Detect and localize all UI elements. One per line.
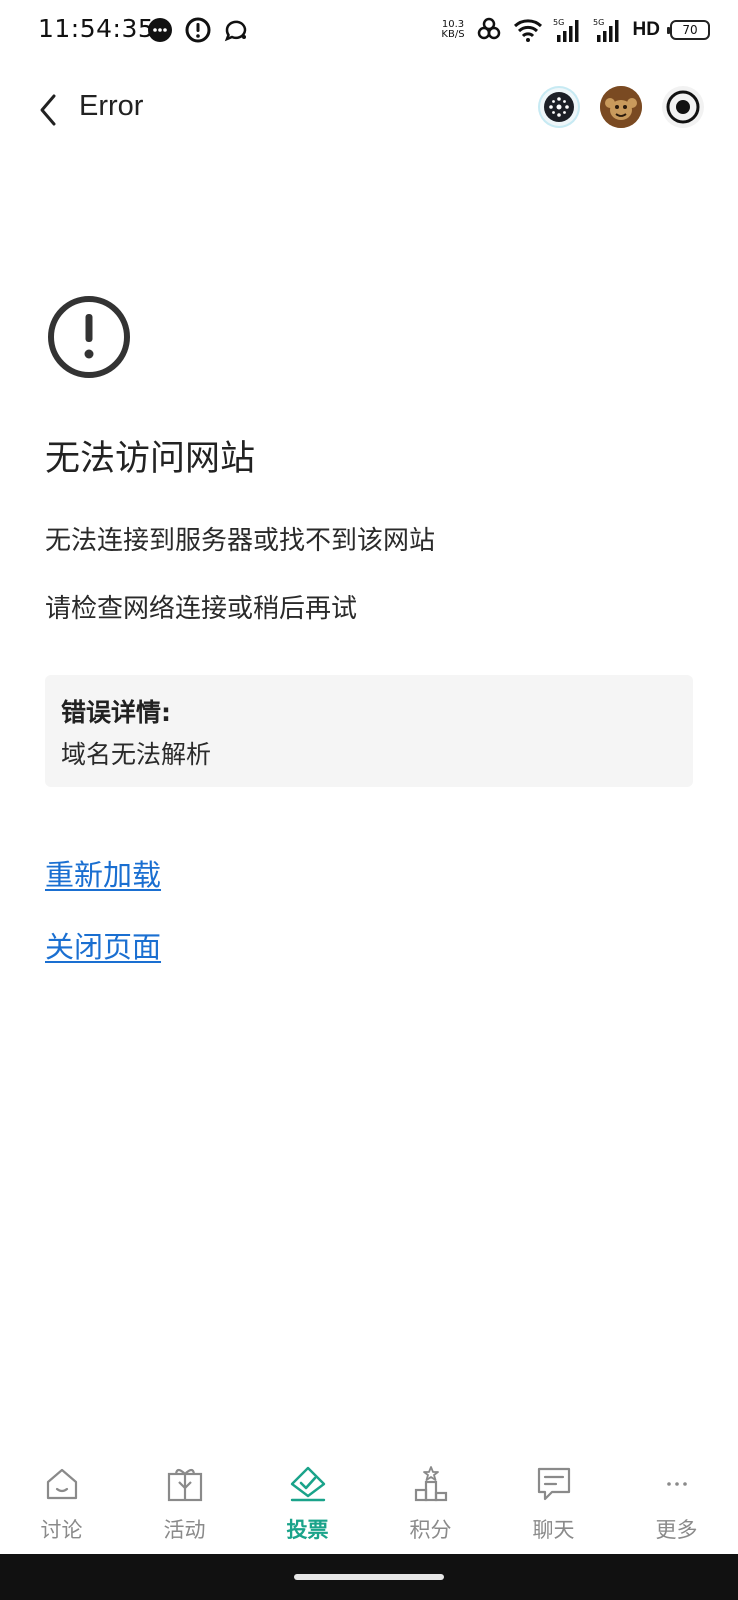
system-indicators: 10.3 KB/S 5G 5G HD 70 — [441, 16, 710, 44]
error-message-secondary: 请检查网络连接或稍后再试 — [45, 594, 358, 624]
title-actions — [538, 86, 704, 128]
net-speed-unit: KB/S — [441, 29, 465, 40]
error-message-primary: 无法连接到服务器或找不到该网站 — [45, 526, 436, 556]
tab-label: 更多 — [655, 1518, 698, 1542]
tab-label: 投票 — [286, 1518, 329, 1542]
tab-vote[interactable]: 投票 — [246, 1444, 369, 1554]
system-nav-bar — [0, 1554, 738, 1600]
back-button[interactable] — [32, 90, 64, 130]
chevron-left-icon — [40, 94, 56, 126]
battery-level: 70 — [682, 23, 698, 37]
chat-icon — [537, 1467, 570, 1501]
wifi-icon — [513, 19, 542, 42]
error-title: 无法访问网站 — [45, 439, 256, 479]
cellular-signal-icon: 5G — [593, 18, 619, 42]
more-dots-icon — [666, 1482, 687, 1486]
sparkle-dots-icon — [544, 92, 574, 122]
tab-discussion[interactable]: 讨论 — [0, 1444, 123, 1554]
reload-link[interactable]: 重新加载 — [45, 852, 161, 894]
hd-voice-indicator: HD — [632, 19, 660, 40]
battery-icon: 70 — [667, 20, 710, 40]
hotspot-link-icon — [477, 17, 500, 40]
sim2-label: 5G — [593, 18, 604, 27]
tab-label: 讨论 — [40, 1518, 83, 1542]
alert-circle-icon — [185, 17, 211, 43]
close-page-link[interactable]: 关闭页面 — [45, 924, 161, 966]
signal-sim2: 5G — [593, 16, 623, 44]
record-button[interactable] — [662, 86, 704, 128]
error-details-box: 错误详情: 域名无法解析 — [45, 675, 693, 787]
tab-more[interactable]: 更多 — [615, 1444, 738, 1554]
home-indicator[interactable] — [294, 1574, 444, 1580]
target-record-icon — [666, 90, 700, 124]
page-title: Error — [79, 90, 144, 122]
title-bar: Error — [0, 72, 738, 148]
message-bubble-icon — [148, 18, 172, 42]
podium-icon — [414, 1466, 447, 1502]
cellular-signal-icon: 5G — [553, 18, 579, 42]
alert-circle-icon — [48, 296, 130, 378]
house-icon — [46, 1468, 77, 1500]
status-bar: 11:54:35 10.3 KB/S 5G 5G HD 70 — [0, 0, 738, 62]
tab-label: 活动 — [163, 1518, 206, 1542]
avatar[interactable] — [600, 86, 642, 128]
error-details-label: 错误详情: — [61, 698, 171, 727]
signal-sim1: 5G — [553, 16, 583, 44]
notification-icons — [146, 16, 250, 44]
gift-icon — [167, 1468, 202, 1502]
error-details-value: 域名无法解析 — [61, 740, 212, 769]
bottom-tab-bar: 讨论 活动 投票 积分 聊天 更多 — [0, 1444, 738, 1554]
net-speed: 10.3 KB/S — [441, 20, 464, 40]
status-time: 11:54:35 — [38, 14, 155, 43]
tab-label: 积分 — [409, 1518, 452, 1542]
sim1-label: 5G — [553, 18, 564, 27]
tab-activity[interactable]: 活动 — [123, 1444, 246, 1554]
ai-assistant-button[interactable] — [538, 86, 580, 128]
monkey-avatar-icon — [600, 86, 642, 128]
tab-label: 聊天 — [532, 1518, 575, 1542]
tab-chat[interactable]: 聊天 — [492, 1444, 615, 1554]
chat-sparkle-icon — [224, 20, 247, 42]
tab-points[interactable]: 积分 — [369, 1444, 492, 1554]
vote-check-icon — [290, 1466, 325, 1502]
